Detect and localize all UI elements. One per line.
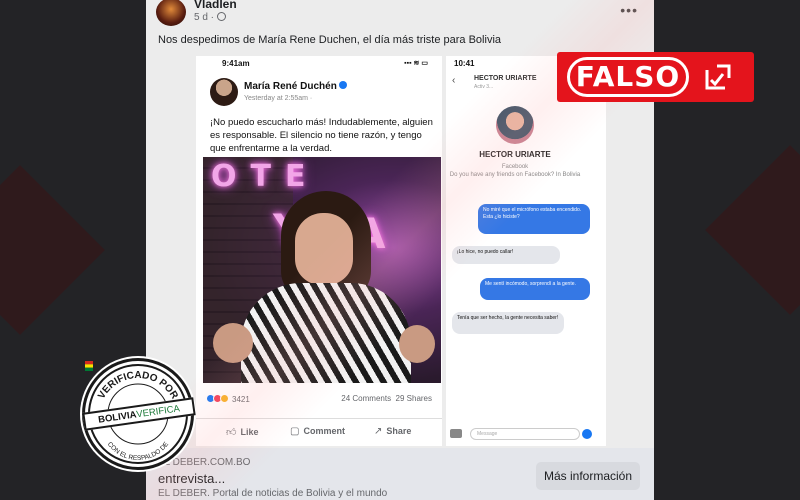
link-description: EL DEBER. Portal de noticias de Bolivia … — [158, 488, 388, 499]
comment-label: Comment — [303, 426, 345, 436]
seal-brand-verifica: VERIFICA — [135, 403, 181, 421]
globe-icon — [217, 12, 227, 21]
message-bubble: Tenía que ser hecho, la gente necesita s… — [452, 312, 564, 334]
status-icons: ▪▪▪ ≋ ▭ — [404, 60, 428, 67]
fb-stats: 3421 24 Comments 29 Shares — [206, 394, 434, 406]
verification-seal: VERIFICADO POR CON EL RESPALDO DE BOLIVI… — [82, 358, 196, 470]
message-input-bar: Message — [450, 428, 600, 442]
like-action: 👍︎ Like — [226, 426, 258, 438]
falso-check-icon — [705, 64, 731, 90]
seal-flag-icon — [85, 361, 93, 371]
fb-actions: 👍︎ Like ▢ Comment ↗ Share — [196, 418, 442, 440]
messenger-contact-name: HECTOR URIARTE — [474, 75, 537, 82]
profile-subtitle: Facebook Do you have any friends on Face… — [449, 164, 581, 178]
comments-count: 24 Comments — [341, 394, 392, 403]
background-x-mark — [0, 165, 105, 335]
background-x-mark — [705, 145, 800, 315]
person-hand — [399, 325, 435, 363]
profile-name: HECTOR URIARTE — [479, 150, 551, 159]
more-icon[interactable]: ••• — [620, 2, 638, 18]
messenger-contact-status: Activ 3... — [474, 84, 494, 90]
shared-screenshot: 9:41am ▪▪▪ ≋ ▭ María René Duchén Yesterd… — [196, 56, 606, 446]
stats-right: 24 Comments 29 Shares — [341, 394, 432, 403]
message-input: Message — [470, 428, 580, 440]
comment-icon: ▢ — [290, 426, 300, 437]
person-hand — [213, 323, 253, 363]
author-avatar[interactable] — [156, 0, 186, 26]
fb-avatar — [210, 78, 238, 106]
message-bubble: No miré que el micrófono estaba encendid… — [478, 204, 590, 234]
more-info-button[interactable]: Más información — [536, 462, 640, 490]
messenger-status-time: 10:41 — [454, 59, 475, 68]
share-action: ↗ Share — [374, 426, 411, 437]
person-face — [295, 213, 353, 285]
post-time[interactable]: 5 d · — [194, 12, 214, 23]
comment-action: ▢ Comment — [290, 426, 345, 437]
reaction-count: 3421 — [232, 395, 250, 404]
shares-count: 29 Shares — [395, 394, 432, 403]
reaction-icons — [206, 394, 229, 405]
verified-icon — [338, 81, 347, 89]
falso-stamp: FALSO — [557, 52, 754, 102]
fake-messenger-screenshot: 10:41 ‹ HECTOR URIARTE Activ 3... HECTOR… — [446, 56, 606, 446]
link-title[interactable]: entrevista... — [158, 471, 225, 486]
like-icon: 👍︎ — [226, 427, 237, 438]
fb-photo: OTE Y A — [203, 157, 441, 383]
fb-name-text: María René Duchén — [244, 81, 337, 92]
person-body — [241, 283, 411, 383]
post-header: Vladlen 5 d · ••• — [156, 0, 646, 28]
status-time: 9:41am — [222, 59, 250, 68]
neon-sign: OTE — [211, 159, 320, 194]
fb-text: ¡No puedo escucharlo más! Indudablemente… — [210, 117, 433, 154]
fake-facebook-screenshot: 9:41am ▪▪▪ ≋ ▭ María René Duchén Yesterd… — [196, 56, 442, 446]
contact-avatar — [496, 106, 534, 144]
message-bubble: Me sentí incómodo, sorprendí a la gente. — [480, 278, 590, 300]
camera-icon — [450, 429, 462, 438]
seal-brand-bolivia: BOLIVIA — [97, 409, 138, 426]
post-meta: 5 d · — [194, 12, 227, 23]
send-icon — [582, 429, 592, 439]
share-label: Share — [386, 426, 412, 436]
share-icon: ↗ — [374, 426, 383, 437]
like-label: Like — [240, 427, 259, 437]
falso-label: FALSO — [567, 57, 689, 97]
fb-name: María René Duchén — [244, 81, 347, 92]
sad-reaction-icon — [220, 394, 229, 403]
back-icon: ‹ — [452, 75, 456, 86]
author-name[interactable]: Vladlen — [194, 0, 237, 11]
status-bar: 9:41am ▪▪▪ ≋ ▭ — [196, 56, 442, 70]
post-text: Nos despedimos de María Rene Duchen, el … — [158, 34, 502, 46]
message-bubble: ¡Lo hice, no puedo callar! — [452, 246, 560, 264]
fb-post-header: María René Duchén Yesterday at 2:55am · — [210, 78, 430, 108]
link-preview[interactable]: EL DEBER.COM.BO entrevista... EL DEBER. … — [146, 448, 654, 500]
fb-time: Yesterday at 2:55am · — [244, 95, 313, 102]
